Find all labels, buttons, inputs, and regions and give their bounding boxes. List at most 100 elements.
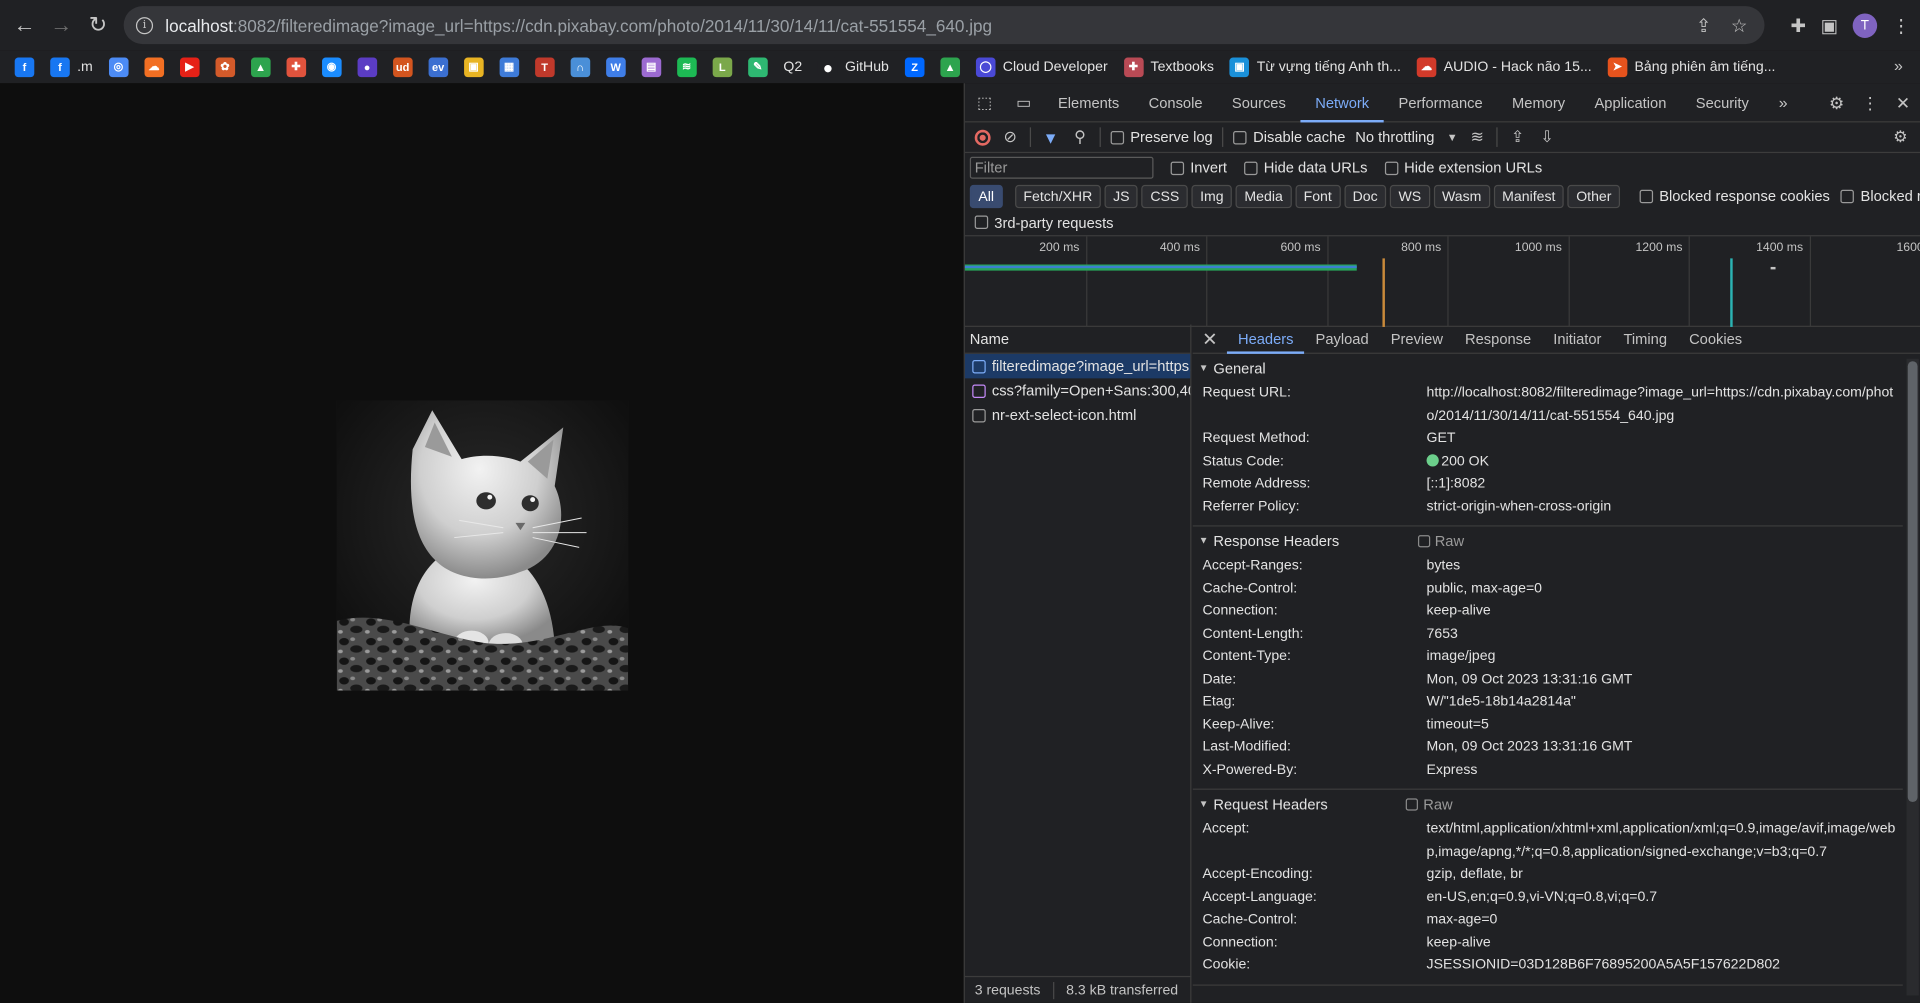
tab-sources[interactable]: Sources (1217, 83, 1300, 122)
bookmark-item[interactable]: W (605, 50, 626, 83)
detail-tab-cookies[interactable]: Cookies (1678, 324, 1753, 353)
kebab-menu-icon[interactable]: ⋮ (1862, 92, 1879, 113)
bookmark-item[interactable]: ✎ (747, 50, 768, 83)
detail-tab-initiator[interactable]: Initiator (1542, 324, 1612, 353)
header-value[interactable]: keep-alive (1427, 600, 1903, 623)
header-value[interactable]: keep-alive (1427, 931, 1903, 954)
type-filter-css[interactable]: CSS (1141, 184, 1188, 208)
tab-elements[interactable]: Elements (1043, 83, 1134, 122)
bookmarks-overflow-chevron-icon[interactable]: » (1894, 56, 1903, 74)
timeline-overview[interactable]: 200 ms 400 ms 600 ms 800 ms 1000 ms 1200 ms 14… (964, 236, 1920, 327)
type-filter-other[interactable]: Other (1567, 184, 1621, 208)
header-value[interactable]: bytes (1427, 555, 1903, 578)
bookmark-item[interactable]: ev (428, 50, 448, 83)
bookmark-item[interactable]: ◎ (108, 50, 129, 83)
extensions-puzzle-icon[interactable]: ✚ (1791, 14, 1806, 36)
header-value[interactable]: Mon, 09 Oct 2023 13:31:16 GMT (1427, 668, 1903, 691)
header-value[interactable]: http://localhost:8082/filteredimage?imag… (1427, 382, 1903, 427)
header-value[interactable]: timeout=5 (1427, 713, 1903, 736)
bookmark-item[interactable]: ▣ (463, 50, 484, 83)
bookmark-item[interactable]: ▤ (641, 50, 661, 83)
header-value[interactable]: 200 OK (1426, 450, 1903, 473)
header-value[interactable]: [::1]:8082 (1427, 473, 1903, 496)
close-icon[interactable]: ✕ (1896, 92, 1910, 113)
bookmark-item[interactable]: L (712, 50, 732, 83)
type-filter-manifest[interactable]: Manifest (1493, 184, 1564, 208)
scrollbar[interactable] (1906, 358, 1919, 996)
header-value[interactable]: W/"1de5-18b14a2814a" (1427, 691, 1903, 714)
tab-security[interactable]: Security (1681, 83, 1763, 122)
request-row[interactable]: nr-ext-select-icon.html (965, 403, 1190, 427)
header-value[interactable]: gzip, deflate, br (1427, 863, 1903, 886)
header-value[interactable]: public, max-age=0 (1427, 577, 1903, 600)
header-value[interactable]: GET (1427, 427, 1903, 450)
more-tabs-chevron-icon[interactable]: » (1764, 83, 1803, 122)
bookmark-item[interactable]: ◯ Cloud Developer (975, 50, 1108, 83)
header-value[interactable]: 7653 (1427, 623, 1903, 646)
type-filter-wasm[interactable]: Wasm (1433, 184, 1490, 208)
bookmark-item[interactable]: ◉ (321, 50, 342, 83)
name-column-header[interactable]: Name (964, 324, 1191, 354)
raw-checkbox[interactable]: Raw (1417, 532, 1464, 549)
site-info-icon[interactable]: i (135, 16, 154, 34)
close-icon[interactable]: ✕ (1193, 328, 1227, 350)
header-value[interactable]: max-age=0 (1427, 909, 1903, 932)
request-row[interactable]: filteredimage?image_url=https... (964, 353, 1191, 379)
section-header[interactable]: ▼ Request Headers Raw (1193, 790, 1903, 818)
bookmark-item[interactable]: ▦ (499, 50, 519, 83)
reload-icon[interactable]: ↻ (80, 7, 117, 44)
request-row[interactable]: css?family=Open+Sans:300,40... (965, 378, 1190, 402)
tab-performance[interactable]: Performance (1384, 83, 1498, 122)
type-filter-all[interactable]: All (969, 184, 1003, 208)
header-value[interactable]: text/html,application/xhtml+xml,applicat… (1427, 818, 1903, 863)
disable-cache-checkbox[interactable]: Disable cache (1233, 129, 1345, 146)
type-filter-doc[interactable]: Doc (1344, 184, 1387, 208)
clear-icon[interactable]: ⊘ (1000, 127, 1020, 147)
invert-checkbox[interactable]: Invert (1170, 159, 1227, 176)
side-panel-icon[interactable]: ▣ (1821, 14, 1838, 36)
avatar[interactable]: T (1852, 12, 1878, 38)
bookmark-item[interactable]: ☁ AUDIO - Hack não 15... (1416, 50, 1592, 83)
bookmark-item[interactable]: f .m (50, 50, 93, 83)
bookmark-item[interactable]: ✚ (286, 50, 306, 83)
hide-data-urls-checkbox[interactable]: Hide data URLs (1244, 159, 1367, 176)
type-filter-img[interactable]: Img (1191, 184, 1233, 208)
bookmark-item[interactable]: ● GitHub (818, 50, 889, 83)
header-value[interactable]: Express (1427, 759, 1903, 782)
export-har-icon[interactable]: ⇩ (1537, 127, 1557, 147)
kebab-menu-icon[interactable]: ⋮ (1892, 14, 1910, 36)
filter-funnel-icon[interactable]: ▼ (1041, 127, 1061, 147)
scrollbar-thumb[interactable] (1907, 361, 1918, 803)
tab-application[interactable]: Application (1580, 83, 1681, 122)
bookmark-item[interactable]: ud (392, 50, 413, 83)
record-icon[interactable] (974, 129, 991, 146)
hide-extension-urls-checkbox[interactable]: Hide extension URLs (1384, 159, 1542, 176)
filter-input[interactable]: Filter (969, 156, 1154, 179)
bookmark-item[interactable]: ☁ (144, 50, 164, 83)
type-filter-font[interactable]: Font (1295, 184, 1341, 208)
bookmark-star-icon[interactable]: ☆ (1731, 14, 1747, 36)
detail-tab-payload[interactable]: Payload (1305, 324, 1380, 353)
bookmark-item[interactable]: ➤ Bảng phiên âm tiếng... (1607, 50, 1775, 83)
header-value[interactable]: image/jpeg (1427, 645, 1903, 668)
tab-network[interactable]: Network (1300, 83, 1384, 122)
type-filter-media[interactable]: Media (1235, 184, 1292, 208)
tab-console[interactable]: Console (1134, 83, 1217, 122)
share-icon[interactable]: ⇪ (1696, 14, 1711, 36)
type-filter-fetchxhr[interactable]: Fetch/XHR (1014, 184, 1101, 208)
detail-tab-preview[interactable]: Preview (1380, 324, 1454, 353)
inspect-element-icon[interactable]: ⬚ (965, 83, 1004, 122)
header-value[interactable]: JSESSIONID=03D128B6F76895200A5A5F157622D… (1427, 954, 1903, 977)
bookmark-item[interactable]: ∩ (570, 50, 590, 83)
forward-arrow-icon[interactable]: → (43, 7, 80, 44)
bookmark-item[interactable]: Q2 (783, 50, 802, 83)
raw-checkbox[interactable]: Raw (1406, 795, 1453, 812)
detail-tab-headers[interactable]: Headers (1226, 324, 1305, 354)
throttling-select[interactable]: No throttling ▼ (1355, 129, 1457, 146)
preserve-log-checkbox[interactable]: Preserve log (1110, 129, 1213, 146)
bookmark-item[interactable]: ▶ (179, 50, 200, 83)
import-har-icon[interactable]: ⇪ (1508, 127, 1528, 147)
network-conditions-icon[interactable]: ≋ (1467, 127, 1487, 147)
type-filter-js[interactable]: JS (1104, 184, 1139, 208)
bookmark-item[interactable]: ▲ (940, 50, 960, 83)
